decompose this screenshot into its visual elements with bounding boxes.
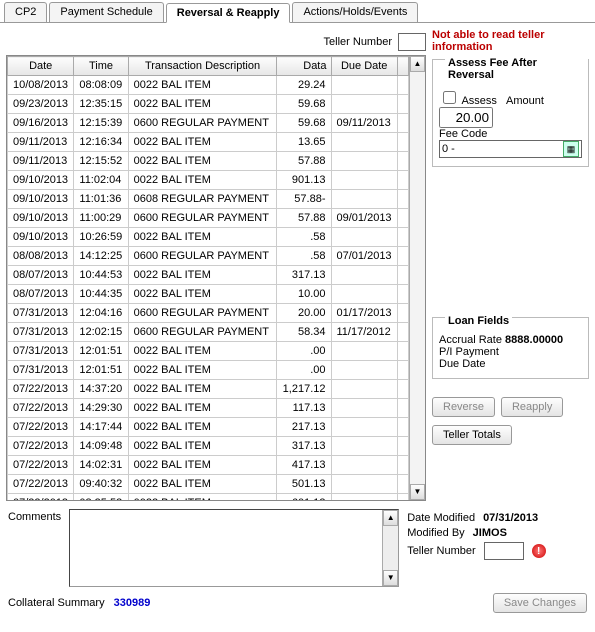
teller-number-input[interactable]: [398, 33, 426, 51]
scroll-up-icon[interactable]: ▲: [410, 56, 425, 72]
amount-input[interactable]: [439, 107, 493, 128]
col-due[interactable]: Due Date: [331, 57, 397, 76]
table-row[interactable]: 09/23/201312:35:150022 BAL ITEM59.68: [8, 95, 409, 114]
table-row[interactable]: 07/31/201312:01:510022 BAL ITEM.00: [8, 342, 409, 361]
accrual-rate-label: Accrual Rate: [439, 334, 502, 346]
grid-header-row: Date Time Transaction Description Data D…: [8, 57, 409, 76]
date-modified-value: 07/31/2013: [483, 512, 538, 524]
col-data[interactable]: Data: [277, 57, 331, 76]
table-row[interactable]: 09/10/201311:01:360608 REGULAR PAYMENT57…: [8, 190, 409, 209]
transaction-grid: Date Time Transaction Description Data D…: [6, 55, 426, 501]
table-row[interactable]: 09/10/201310:26:590022 BAL ITEM.58: [8, 228, 409, 247]
table-row[interactable]: 08/07/201310:44:530022 BAL ITEM317.13: [8, 266, 409, 285]
accrual-rate-value: 8888.00000: [505, 334, 563, 346]
assess-fee-title: Assess Fee After Reversal: [445, 57, 588, 81]
table-row[interactable]: 07/22/201314:02:310022 BAL ITEM417.13: [8, 456, 409, 475]
table-row[interactable]: 09/10/201311:02:040022 BAL ITEM901.13: [8, 171, 409, 190]
table-row[interactable]: 07/31/201312:02:150600 REGULAR PAYMENT58…: [8, 323, 409, 342]
teller-number-label: Teller Number: [324, 36, 392, 48]
date-modified-label: Date Modified: [407, 512, 475, 524]
tab-actions-holds-events[interactable]: Actions/Holds/Events: [292, 2, 418, 22]
tab-reversal-reapply[interactable]: Reversal & Reapply: [166, 3, 291, 23]
fee-code-label: Fee Code: [439, 128, 487, 140]
error-icon: !: [532, 544, 546, 558]
table-row[interactable]: 07/22/201314:17:440022 BAL ITEM217.13: [8, 418, 409, 437]
table-row[interactable]: 08/08/201314:12:250600 REGULAR PAYMENT.5…: [8, 247, 409, 266]
save-changes-button[interactable]: Save Changes: [493, 593, 587, 613]
teller-number-bottom-label: Teller Number: [407, 545, 475, 557]
tab-cp2[interactable]: CP2: [4, 2, 47, 22]
tab-payment-schedule[interactable]: Payment Schedule: [49, 2, 163, 22]
amount-label: Amount: [506, 95, 544, 107]
fee-code-select[interactable]: 0 - ▦: [439, 140, 582, 158]
collateral-summary-label: Collateral Summary: [8, 597, 105, 609]
col-desc[interactable]: Transaction Description: [128, 57, 277, 76]
table-row[interactable]: 07/22/201314:29:300022 BAL ITEM117.13: [8, 399, 409, 418]
table-row[interactable]: 07/31/201312:04:160600 REGULAR PAYMENT20…: [8, 304, 409, 323]
teller-totals-button[interactable]: Teller Totals: [432, 425, 512, 445]
scroll-up-icon[interactable]: ▲: [383, 510, 398, 526]
due-date-label: Due Date: [439, 358, 485, 370]
reverse-button[interactable]: Reverse: [432, 397, 495, 417]
fee-code-value: 0 -: [442, 143, 455, 155]
col-end: [397, 57, 408, 76]
table-row[interactable]: 09/11/201312:15:520022 BAL ITEM57.88: [8, 152, 409, 171]
grid-scrollbar[interactable]: ▲ ▼: [409, 56, 425, 500]
comments-textarea[interactable]: ▲ ▼: [69, 509, 399, 587]
reapply-button[interactable]: Reapply: [501, 397, 563, 417]
table-row[interactable]: 07/22/201308:35:530022 BAL ITEM601.13: [8, 494, 409, 501]
table-row[interactable]: 09/16/201312:15:390600 REGULAR PAYMENT59…: [8, 114, 409, 133]
collateral-summary-value[interactable]: 330989: [114, 597, 151, 609]
teller-number-bottom-input[interactable]: [484, 542, 524, 560]
table-row[interactable]: 07/22/201314:37:200022 BAL ITEM1,217.12: [8, 380, 409, 399]
fee-code-dropdown-icon[interactable]: ▦: [563, 141, 579, 157]
table-row[interactable]: 07/22/201309:40:320022 BAL ITEM501.13: [8, 475, 409, 494]
table-row[interactable]: 10/08/201308:08:090022 BAL ITEM29.24: [8, 76, 409, 95]
assess-checkbox[interactable]: [443, 91, 456, 104]
loan-fields-title: Loan Fields: [445, 315, 512, 327]
table-row[interactable]: 07/22/201314:09:480022 BAL ITEM317.13: [8, 437, 409, 456]
assess-label: Assess: [461, 95, 496, 107]
tab-strip: CP2 Payment Schedule Reversal & Reapply …: [0, 0, 595, 23]
comments-label: Comments: [8, 509, 61, 523]
teller-warning: Not able to read teller information: [432, 29, 589, 53]
table-row[interactable]: 09/10/201311:00:290600 REGULAR PAYMENT57…: [8, 209, 409, 228]
scroll-down-icon[interactable]: ▼: [383, 570, 398, 586]
pi-payment-label: P/I Payment: [439, 346, 499, 358]
table-row[interactable]: 09/11/201312:16:340022 BAL ITEM13.65: [8, 133, 409, 152]
col-date[interactable]: Date: [8, 57, 74, 76]
table-row[interactable]: 07/31/201312:01:510022 BAL ITEM.00: [8, 361, 409, 380]
scroll-down-icon[interactable]: ▼: [410, 484, 425, 500]
modified-by-label: Modified By: [407, 527, 464, 539]
modified-by-value: JIMOS: [473, 527, 507, 539]
table-row[interactable]: 08/07/201310:44:350022 BAL ITEM10.00: [8, 285, 409, 304]
col-time[interactable]: Time: [74, 57, 128, 76]
